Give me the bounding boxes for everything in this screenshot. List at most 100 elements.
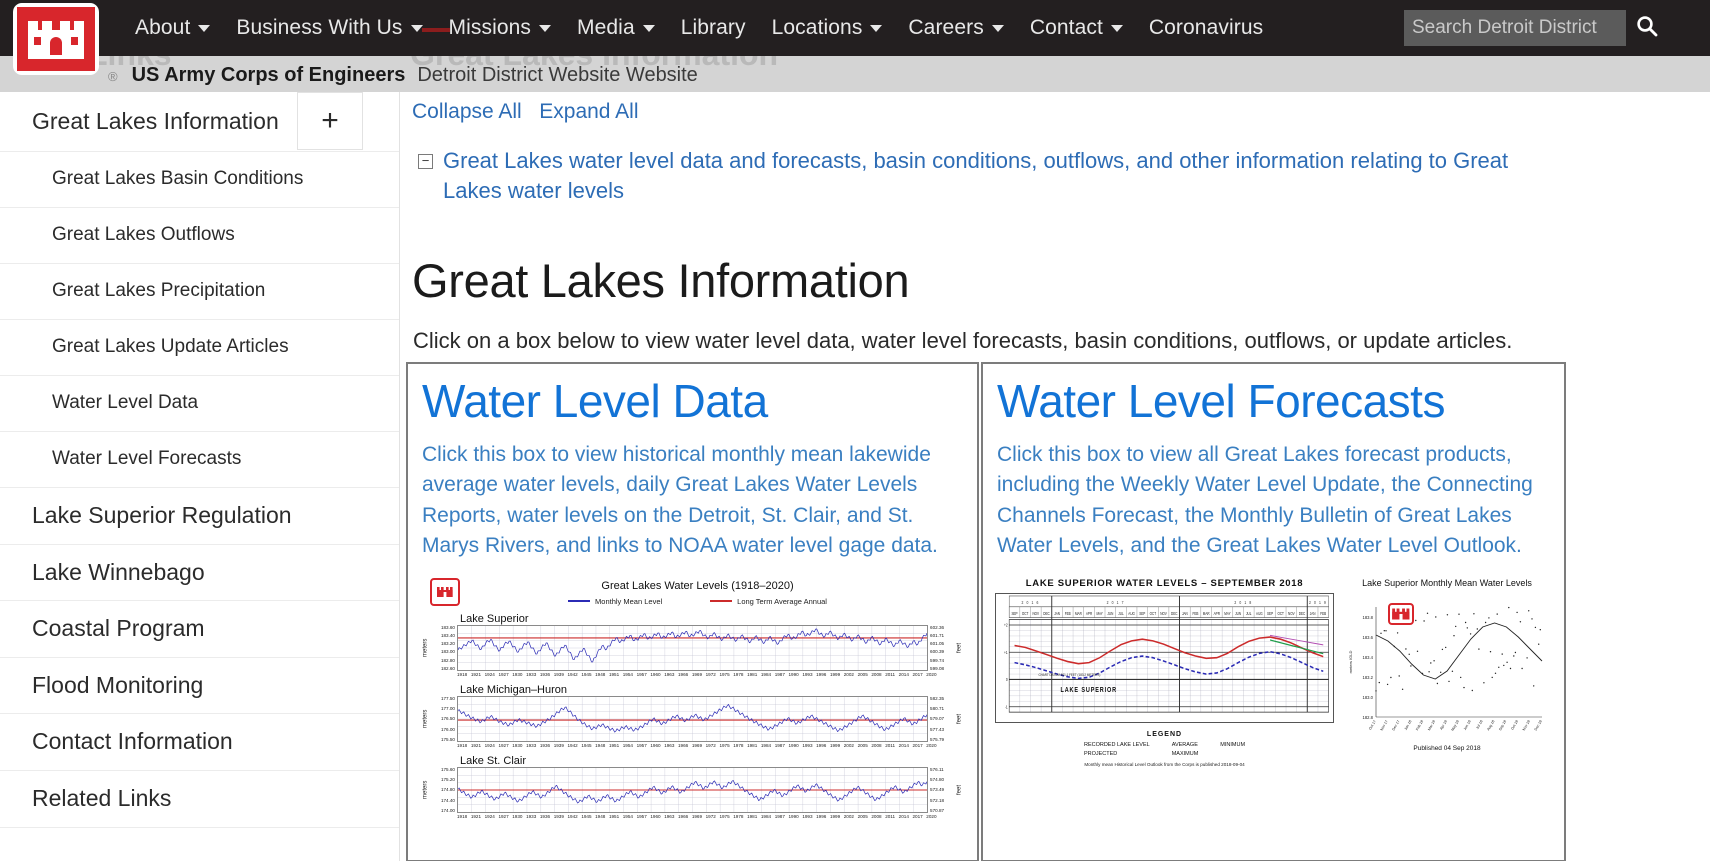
x-tick-label: 1990: [789, 814, 799, 819]
y-tick-label: 183.00: [431, 649, 455, 654]
card-body-water-level-data: Click this box to view historical monthl…: [422, 440, 965, 562]
x-tick-label: 2017: [912, 814, 922, 819]
expand-all-link[interactable]: Expand All: [539, 100, 638, 123]
x-tick-label: 1918: [457, 672, 467, 677]
y-tick-label: 176.50: [431, 716, 455, 721]
y-tick-label: 580.71: [930, 706, 952, 711]
castle-logo-icon-small: [430, 578, 460, 606]
nav-item-contact[interactable]: Contact: [1017, 0, 1136, 56]
y-tick-label: 599.74: [930, 658, 952, 663]
nav-item-label: Locations: [772, 16, 863, 40]
x-tick-label: 1957: [637, 672, 647, 677]
sidebar-navigation: Great Lakes Information+Great Lakes Basi…: [0, 92, 400, 861]
sidebar-item-lake-superior-regulation[interactable]: Lake Superior Regulation: [0, 488, 399, 545]
x-tick-label: 1984: [761, 672, 771, 677]
x-tick-label: 1990: [789, 672, 799, 677]
monthly-mean-plot: 183.8183.6183.4183.2183.0182.8meters IGL…: [1342, 593, 1552, 743]
svg-text:JUL: JUL: [1118, 612, 1123, 617]
nav-item-locations[interactable]: Locations: [759, 0, 896, 56]
x-tick-label: 2017: [912, 672, 922, 677]
card-body-water-level-forecasts: Click this box to view all Great Lakes f…: [997, 440, 1552, 562]
bulletin-plot: SEPOCTNOVDECJANFEBMARAPRMAYJUNJULAUGSEPO…: [995, 593, 1334, 723]
x-tick-label: 1987: [775, 814, 785, 819]
figure-lake-superior-bulletin: LAKE SUPERIOR WATER LEVELS – SEPTEMBER 2…: [995, 578, 1334, 768]
nav-item-business-with-us[interactable]: Business With Us: [223, 0, 435, 56]
y-tick-label: 175.60: [431, 767, 455, 772]
y-tick-label: 599.08: [930, 666, 952, 671]
glwl-panel-lake-superior: Lake Superiormeters183.60183.40183.20183…: [420, 613, 965, 677]
x-tick-label: 2017: [912, 743, 922, 748]
glwl-plot-area: [457, 696, 928, 742]
sidebar-item-great-lakes-update-articles[interactable]: Great Lakes Update Articles: [0, 320, 399, 376]
svg-text:JUN: JUN: [1107, 612, 1113, 617]
x-tick-label: 1987: [775, 743, 785, 748]
sidebar-item-label: Lake Superior Regulation: [0, 488, 292, 544]
x-tick-label: 1918: [457, 814, 467, 819]
sidebar-item-lake-winnebago[interactable]: Lake Winnebago: [0, 545, 399, 602]
x-tick-label: 1984: [761, 814, 771, 819]
sidebar-item-label: Contact Information: [0, 714, 233, 770]
svg-text:CHART DATUM 601.1 FEET (183.2: CHART DATUM 601.1 FEET (183.2 METERS): [1039, 672, 1101, 677]
x-tick-label: 1933: [526, 743, 536, 748]
sidebar-item-water-level-forecasts[interactable]: Water Level Forecasts: [0, 432, 399, 488]
x-tick-label: 1942: [568, 814, 578, 819]
y-tick-label: 177.00: [431, 706, 455, 711]
sidebar-item-related-links[interactable]: Related Links: [0, 771, 399, 828]
accordion-item-label[interactable]: Great Lakes water level data and forecas…: [443, 146, 1552, 205]
nav-item-media[interactable]: Media: [564, 0, 668, 56]
nav-item-coronavirus[interactable]: Coronavirus: [1136, 0, 1276, 56]
glwl-panel-name: Lake Superior: [460, 613, 965, 625]
tree-collapse-toggle-icon[interactable]: −: [418, 154, 433, 169]
collapse-all-link[interactable]: Collapse All: [412, 100, 522, 123]
x-tick-label: 1966: [678, 743, 688, 748]
sidebar-item-great-lakes-precipitation[interactable]: Great Lakes Precipitation: [0, 264, 399, 320]
figure-lake-superior-monthly-mean: Lake Superior Monthly Mean Water Levels: [1342, 578, 1552, 768]
glwl-panel-lake-st-clair: Lake St. Clairmeters175.60175.20174.8017…: [420, 755, 965, 819]
x-tick-label: 1954: [623, 814, 633, 819]
svg-text:183.8: 183.8: [1363, 615, 1374, 620]
sidebar-item-coastal-program[interactable]: Coastal Program: [0, 601, 399, 658]
sidebar-item-great-lakes-information[interactable]: Great Lakes Information+: [0, 92, 399, 152]
x-tick-label: 1978: [733, 743, 743, 748]
sidebar-expand-button[interactable]: +: [297, 92, 363, 150]
sidebar-item-contact-information[interactable]: Contact Information: [0, 714, 399, 771]
usace-castle-logo[interactable]: [13, 3, 99, 75]
card-water-level-forecasts[interactable]: Water Level Forecasts Click this box to …: [981, 362, 1566, 861]
glwl-plot-area: [457, 767, 928, 813]
search-icon[interactable]: [1636, 15, 1658, 41]
svg-text:JUL: JUL: [1246, 612, 1251, 617]
nav-item-missions[interactable]: Missions: [436, 0, 564, 56]
x-tick-label: 1939: [554, 814, 564, 819]
x-tick-label: 1969: [692, 814, 702, 819]
y-tick-label: 175.50: [431, 737, 455, 742]
brand-row: ® US Army Corps of Engineers Detroit Dis…: [108, 64, 698, 87]
nav-item-library[interactable]: Library: [668, 0, 759, 56]
sidebar-item-water-level-data[interactable]: Water Level Data: [0, 376, 399, 432]
nav-item-careers[interactable]: Careers: [895, 0, 1016, 56]
x-tick-label: 2008: [871, 743, 881, 748]
svg-text:MAY: MAY: [1224, 612, 1231, 617]
svg-text:AUG: AUG: [1128, 612, 1135, 617]
x-tick-label: 2005: [858, 814, 868, 819]
glwl-legend: Monthly Mean Level Long Term Average Ann…: [460, 597, 935, 606]
x-tick-label: 1975: [719, 672, 729, 677]
x-tick-label: 2002: [844, 743, 854, 748]
y-tick-label: 574.80: [930, 777, 952, 782]
legend-swatch-long-term-average: [710, 600, 732, 602]
y-tick-label: 174.00: [431, 808, 455, 813]
card-water-level-data[interactable]: Water Level Data Click this box to view …: [406, 362, 979, 861]
sidebar-item-great-lakes-outflows[interactable]: Great Lakes Outflows: [0, 208, 399, 264]
sidebar-item-great-lakes-basin-conditions[interactable]: Great Lakes Basin Conditions: [0, 152, 399, 208]
glwl-chart: Great Lakes Water Levels (1918–2020) Mon…: [420, 578, 965, 819]
y-tick-label: 177.50: [431, 696, 455, 701]
bulletin-legend: LEGEND RECORDED LAKE LEVELPROJECTEDAVERA…: [995, 731, 1334, 768]
glwl-chart-header: Great Lakes Water Levels (1918–2020) Mon…: [420, 578, 965, 606]
sidebar-item-flood-monitoring[interactable]: Flood Monitoring: [0, 658, 399, 715]
y-tick-label: 174.40: [431, 798, 455, 803]
svg-text:JAN: JAN: [1310, 612, 1316, 617]
sidebar-item-label: Water Level Data: [0, 378, 198, 429]
nav-item-about[interactable]: About: [122, 0, 223, 56]
x-tick-label: 1981: [747, 814, 757, 819]
legend-swatch-monthly-mean: [568, 600, 590, 602]
search-input[interactable]: [1404, 10, 1626, 46]
